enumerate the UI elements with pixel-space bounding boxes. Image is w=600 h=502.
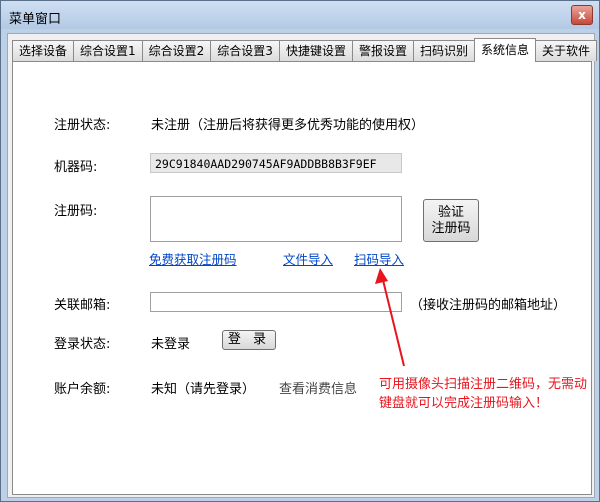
client-area: 选择设备 综合设置1 综合设置2 综合设置3 快捷键设置 警报设置 扫码识别 系… bbox=[7, 33, 598, 498]
window-title: 菜单窗口 bbox=[9, 12, 62, 27]
tab-general-settings-1[interactable]: 综合设置1 bbox=[73, 40, 143, 61]
system-info-panel: 注册状态: 未注册（注册后将获得更多优秀功能的使用权） 机器码: 29C9184… bbox=[12, 61, 592, 495]
tab-about-software[interactable]: 关于软件 bbox=[535, 40, 598, 61]
annotation-arrow-icon bbox=[375, 268, 405, 367]
tab-hotkey-settings[interactable]: 快捷键设置 bbox=[278, 40, 353, 61]
tab-bar: 选择设备 综合设置1 综合设置2 综合设置3 快捷键设置 警报设置 扫码识别 系… bbox=[12, 38, 598, 62]
annotation-text: 可用摄像头扫描注册二维码，无需动键盘就可以完成注册码输入！ bbox=[379, 377, 588, 411]
tab-select-device[interactable]: 选择设备 bbox=[12, 40, 75, 61]
tab-system-info[interactable]: 系统信息 bbox=[473, 38, 536, 62]
menu-window: 菜单窗口 x 选择设备 综合设置1 综合设置2 综合设置3 快捷键设置 警报设置… bbox=[0, 0, 600, 502]
tab-alarm-settings[interactable]: 警报设置 bbox=[351, 40, 414, 61]
tab-scan-recognition[interactable]: 扫码识别 bbox=[412, 40, 475, 61]
tab-general-settings-3[interactable]: 综合设置3 bbox=[210, 40, 280, 61]
title-bar: 菜单窗口 x bbox=[1, 1, 599, 29]
close-button[interactable]: x bbox=[571, 5, 593, 25]
tab-general-settings-2[interactable]: 综合设置2 bbox=[141, 40, 212, 61]
